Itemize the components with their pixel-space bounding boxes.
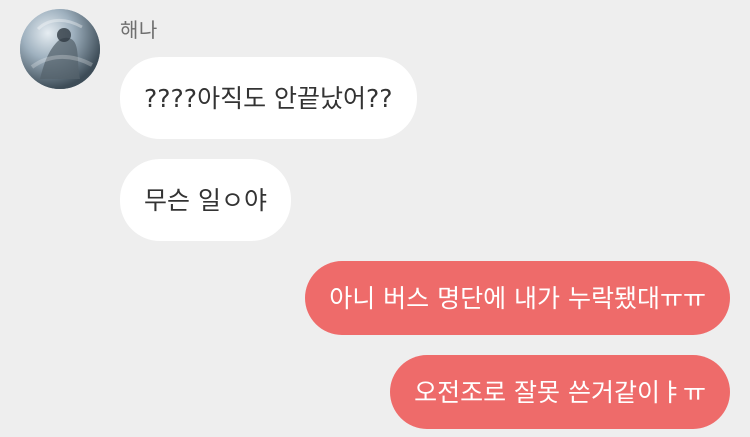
message-text: 아니 버스 명단에 내가 누락됐대ㅠㅠ — [329, 283, 706, 313]
avatar[interactable] — [20, 9, 100, 89]
outgoing-message-bubble[interactable]: 아니 버스 명단에 내가 누락됐대ㅠㅠ — [305, 261, 730, 335]
sender-name: 해나 — [120, 18, 158, 42]
message-text: 무슨 일ㅇ야 — [144, 185, 267, 215]
avatar-image — [20, 9, 100, 89]
incoming-message-bubble[interactable]: 무슨 일ㅇ야 — [120, 159, 291, 241]
message-text: 오전조로 잘못 쓴거같이ㅑㅠ — [414, 377, 706, 407]
message-text: ????아직도 안끝났어?? — [144, 83, 393, 113]
incoming-message-bubble[interactable]: ????아직도 안끝났어?? — [120, 57, 417, 139]
outgoing-message-bubble[interactable]: 오전조로 잘못 쓴거같이ㅑㅠ — [390, 355, 730, 429]
